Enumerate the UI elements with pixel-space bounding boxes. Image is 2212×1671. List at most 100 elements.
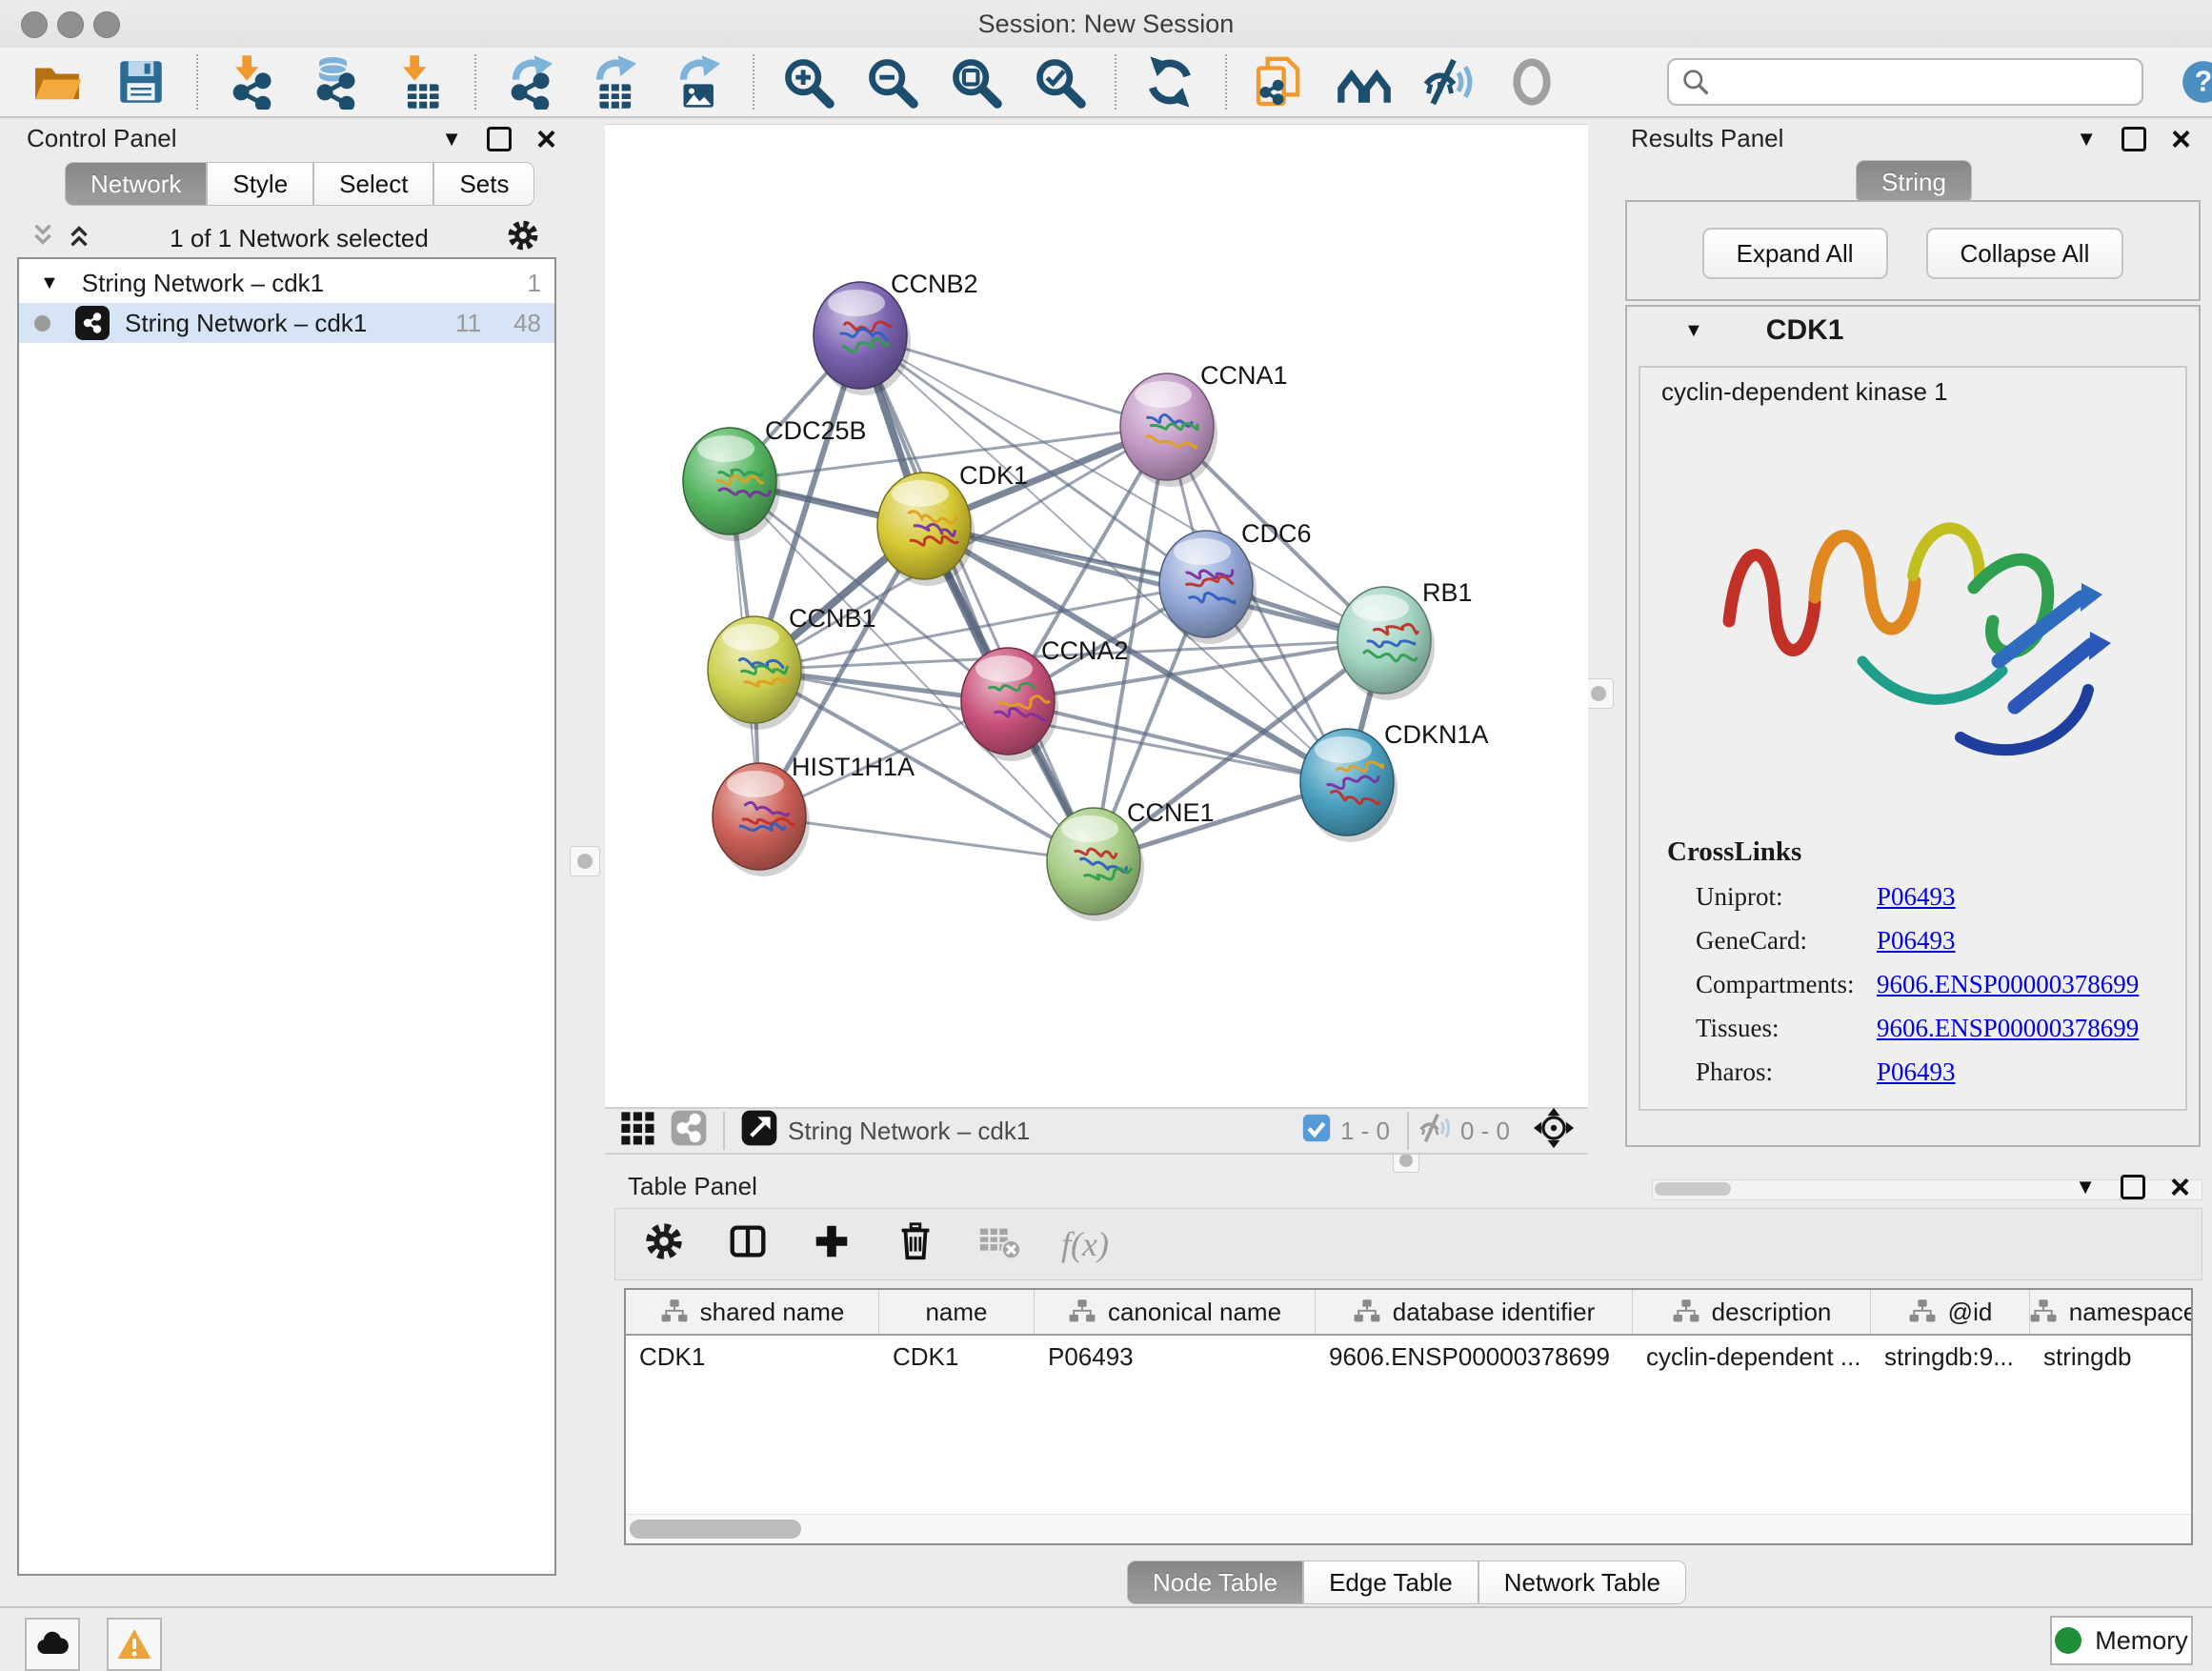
import-network-database-button[interactable] [305,51,366,112]
warnings-button[interactable] [107,1618,162,1671]
tab-select[interactable]: Select [313,162,433,206]
function-builder-icon[interactable]: f(x) [1061,1224,1109,1264]
crosslink-link[interactable]: P06493 [1877,1057,1956,1087]
network-status-dot [34,315,50,332]
table-row[interactable]: CDK1CDK1P064939606.ENSP00000378699cyclin… [626,1336,2191,1378]
node-label-CDC25B: CDC25B [765,416,867,445]
tab-sets[interactable]: Sets [433,162,534,206]
network-node-CCNA1[interactable]: CCNA1 [1120,361,1288,487]
column-header-name[interactable]: name [879,1290,1035,1334]
delete-column-icon[interactable] [894,1219,937,1270]
pan-crosshair-icon[interactable] [1533,1107,1575,1156]
network-canvas[interactable]: CCNB2 CCNA1 CDC25B CDK1 CDC6 RB1 CCNB1 C… [605,124,1588,1108]
search-field[interactable] [1667,58,2143,106]
network-node-RB1[interactable]: RB1 [1337,578,1473,700]
column-header-shared-name[interactable]: shared name [626,1290,879,1334]
tab-string[interactable]: String [1856,160,1972,204]
refresh-layout-button[interactable] [1139,51,1200,112]
tab-style[interactable]: Style [207,162,313,206]
column-header-canonical-name[interactable]: canonical name [1035,1290,1316,1334]
network-node-CDKN1A[interactable]: CDKN1A [1300,720,1489,842]
network-node-CCNB1[interactable]: CCNB1 [708,604,876,730]
collapse-all-networks-icon[interactable] [29,221,57,256]
expand-all-button[interactable]: Expand All [1702,228,1888,279]
table-panel-close-icon[interactable]: × [2170,1178,2190,1197]
network-share-icon[interactable] [670,1109,708,1154]
network-collection-row[interactable]: ▼ String Network – cdk1 1 [19,263,554,303]
network-row[interactable]: String Network – cdk1 11 48 [19,303,554,343]
selected-checkbox-icon[interactable] [1300,1112,1333,1151]
results-panel-float-icon[interactable] [2122,127,2146,151]
help-button[interactable]: ? [2180,58,2212,106]
crosslink-link[interactable]: 9606.ENSP00000378699 [1877,970,2139,999]
table-panel-float-icon[interactable] [2121,1175,2145,1199]
network-node-HIST1H1A[interactable]: HIST1H1A [713,753,915,876]
network-node-CCNE1[interactable]: CCNE1 [1047,798,1215,921]
toolbar-separator [474,54,476,110]
network-options-gear-icon[interactable] [505,217,541,260]
column-header--id[interactable]: @id [1871,1290,2030,1334]
network-node-CCNA2[interactable]: CCNA2 [961,636,1129,761]
search-input[interactable] [1719,68,2130,97]
search-icon [1680,67,1711,97]
cloud-status-button[interactable] [25,1618,80,1671]
hide-icon [1420,54,1476,110]
export-image-button[interactable] [667,51,728,112]
show-all-button[interactable] [1501,51,1562,112]
grid-view-icon[interactable] [618,1109,656,1154]
column-header-description[interactable]: description [1633,1290,1871,1334]
tab-network-table[interactable]: Network Table [1478,1560,1686,1604]
table-panel-menu-icon[interactable]: ▼ [2075,1175,2096,1199]
expand-all-networks-icon[interactable] [65,221,93,256]
export-network-button[interactable] [499,51,560,112]
network-node-CDC6[interactable]: CDC6 [1159,519,1312,644]
table-cell: stringdb:9... [1871,1336,2030,1378]
tab-edge-table[interactable]: Edge Table [1303,1560,1478,1604]
control-panel-float-icon[interactable] [487,127,512,151]
hidden-eye-icon[interactable] [1417,1110,1453,1153]
zoom-fit-button[interactable] [945,51,1006,112]
copy-style-button[interactable] [1250,51,1311,112]
control-panel-menu-icon[interactable]: ▼ [441,127,462,151]
crosslink-link[interactable]: P06493 [1877,926,1956,956]
control-panel-close-icon[interactable]: × [536,130,556,149]
column-header-namespace[interactable]: namespace [2030,1290,2193,1334]
add-column-icon[interactable] [810,1219,854,1270]
open-session-button[interactable] [27,51,88,112]
network-edge-count: 48 [513,309,541,338]
delete-table-icon[interactable] [977,1219,1021,1270]
results-panel-close-icon[interactable]: × [2171,130,2191,149]
save-session-button[interactable] [111,51,171,112]
collapse-all-button[interactable]: Collapse All [1926,228,2124,279]
collection-expander-icon[interactable]: ▼ [40,272,59,294]
first-neighbors-button[interactable] [1334,51,1395,112]
table-settings-gear-icon[interactable] [642,1219,686,1270]
show-columns-icon[interactable] [726,1219,770,1270]
gene-expander-icon[interactable]: ▼ [1684,320,1703,342]
table-tabs: Node TableEdge TableNetwork Table [1127,1560,1686,1604]
zoom-selected-button[interactable] [1029,51,1090,112]
tab-network[interactable]: Network [65,162,207,206]
memory-button[interactable]: Memory [2050,1616,2193,1665]
table-h-scrollbar[interactable] [626,1514,2191,1543]
results-panel-menu-icon[interactable]: ▼ [2076,127,2097,151]
left-splitter-handle[interactable] [570,846,600,876]
export-net-icon [502,54,557,110]
table-scroll-thumb[interactable] [630,1520,801,1539]
table-cell: 9606.ENSP00000378699 [1316,1336,1633,1378]
import-table-button[interactable] [389,51,450,112]
crosslink-link[interactable]: P06493 [1877,882,1956,912]
crosslink-link[interactable]: 9606.ENSP00000378699 [1877,1014,2139,1043]
network-column-icon [2030,1298,2058,1326]
birdseye-view-icon[interactable] [740,1109,778,1154]
network-node-CDC25B[interactable]: CDC25B [683,416,867,541]
import-network-file-button[interactable] [221,51,282,112]
network-node-CCNB2[interactable]: CCNB2 [814,270,978,395]
column-header-database-identifier[interactable]: database identifier [1316,1290,1633,1334]
tab-node-table[interactable]: Node Table [1127,1560,1303,1604]
zoom-out-button[interactable] [861,51,922,112]
control-panel-tabs: NetworkStyleSelectSets [65,162,534,206]
zoom-in-button[interactable] [777,51,838,112]
hide-selected-button[interactable] [1418,51,1478,112]
export-table-button[interactable] [583,51,644,112]
